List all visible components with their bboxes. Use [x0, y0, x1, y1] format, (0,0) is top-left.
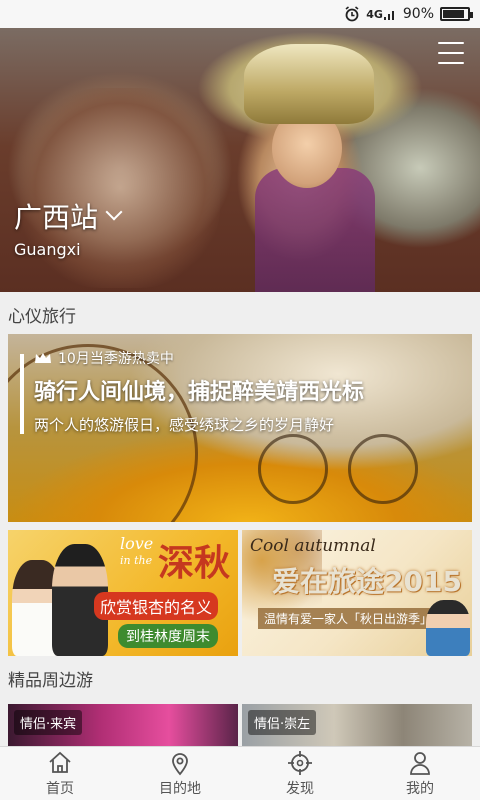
promo-script-inthe: in the	[120, 554, 153, 567]
promo-line-2: 到桂林度周末	[118, 624, 218, 648]
tab-label: 目的地	[159, 780, 201, 797]
promo-script-love: love	[120, 534, 154, 553]
feature-tag: 10月当季游热卖中	[34, 348, 174, 368]
hero-title: 广西站	[14, 201, 99, 234]
home-icon	[49, 751, 71, 773]
chevron-down-icon	[105, 203, 123, 221]
section-title-nearby-tours: 精品周边游	[8, 671, 93, 691]
city-selector[interactable]: 广西站	[14, 196, 123, 236]
network-4g-indicator: 4G	[366, 7, 397, 21]
promo-banner-autumn-family[interactable]: Cool autumnal 爱在旅途2015 温情有爱一家人「秋日出游季」	[242, 530, 472, 656]
promo-banner-autumn-guilin[interactable]: love in the 深秋 欣赏银杏的名义 到桂林度周末	[8, 530, 238, 656]
network-label: 4G	[366, 7, 383, 21]
hero-subtitle: Guangxi	[14, 240, 81, 259]
feature-description: 两个人的悠游假日，感受绣球之乡的岁月静好	[34, 416, 335, 434]
crown-icon	[34, 352, 52, 364]
location-pin-icon	[172, 752, 188, 775]
tab-label: 发现	[286, 780, 314, 797]
status-bar: 4G 90%	[0, 0, 480, 28]
crosshair-icon	[288, 750, 312, 775]
hero-photo-headdress	[244, 44, 374, 124]
hero-banner[interactable]: 广西站 Guangxi	[0, 28, 480, 292]
tab-destination[interactable]: 目的地	[120, 747, 240, 800]
person-icon	[410, 751, 430, 775]
battery-percent: 90%	[402, 6, 434, 22]
tab-label: 我的	[406, 780, 434, 797]
signal-icon	[383, 11, 394, 20]
alarm-clock-icon	[344, 6, 360, 22]
promo-line-1: 欣赏银杏的名义	[94, 592, 219, 620]
tour-card-badge: 情侣·来宾	[14, 710, 83, 735]
menu-icon[interactable]	[438, 42, 464, 64]
tour-card[interactable]: 情侣·来宾	[8, 704, 238, 746]
promo-line-right: 温情有爱一家人「秋日出游季」	[258, 608, 439, 629]
bottom-tab-bar: 首页 目的地 发现 我的	[0, 746, 480, 800]
tab-profile[interactable]: 我的	[360, 747, 480, 800]
tab-home[interactable]: 首页	[0, 747, 120, 800]
promo-script-cool-autumnal: Cool autumnal	[250, 536, 376, 556]
tab-discover[interactable]: 发现	[240, 747, 360, 800]
tour-card-badge: 情侣·崇左	[248, 710, 317, 735]
feature-title: 骑行人间仙境，捕捉醉美靖西光标	[34, 380, 365, 405]
section-title-featured-trips: 心仪旅行	[8, 307, 76, 327]
battery-icon	[440, 7, 473, 21]
feature-accent-bar	[20, 354, 24, 434]
promo-big-text: 深秋	[158, 542, 231, 584]
tab-label: 首页	[46, 780, 74, 797]
bicycle-wheel-graphic-2	[258, 434, 328, 504]
tour-card[interactable]: 情侣·崇左	[242, 704, 472, 746]
feature-tag-text: 10月当季游热卖中	[58, 351, 174, 367]
battery-fill	[443, 10, 465, 18]
bicycle-wheel-graphic-3	[348, 434, 418, 504]
promo-big-text-right: 爱在旅途2015	[272, 565, 462, 598]
promo-photo-family	[426, 600, 470, 656]
feature-banner[interactable]: 10月当季游热卖中 骑行人间仙境，捕捉醉美靖西光标 两个人的悠游假日，感受绣球之…	[8, 334, 472, 522]
